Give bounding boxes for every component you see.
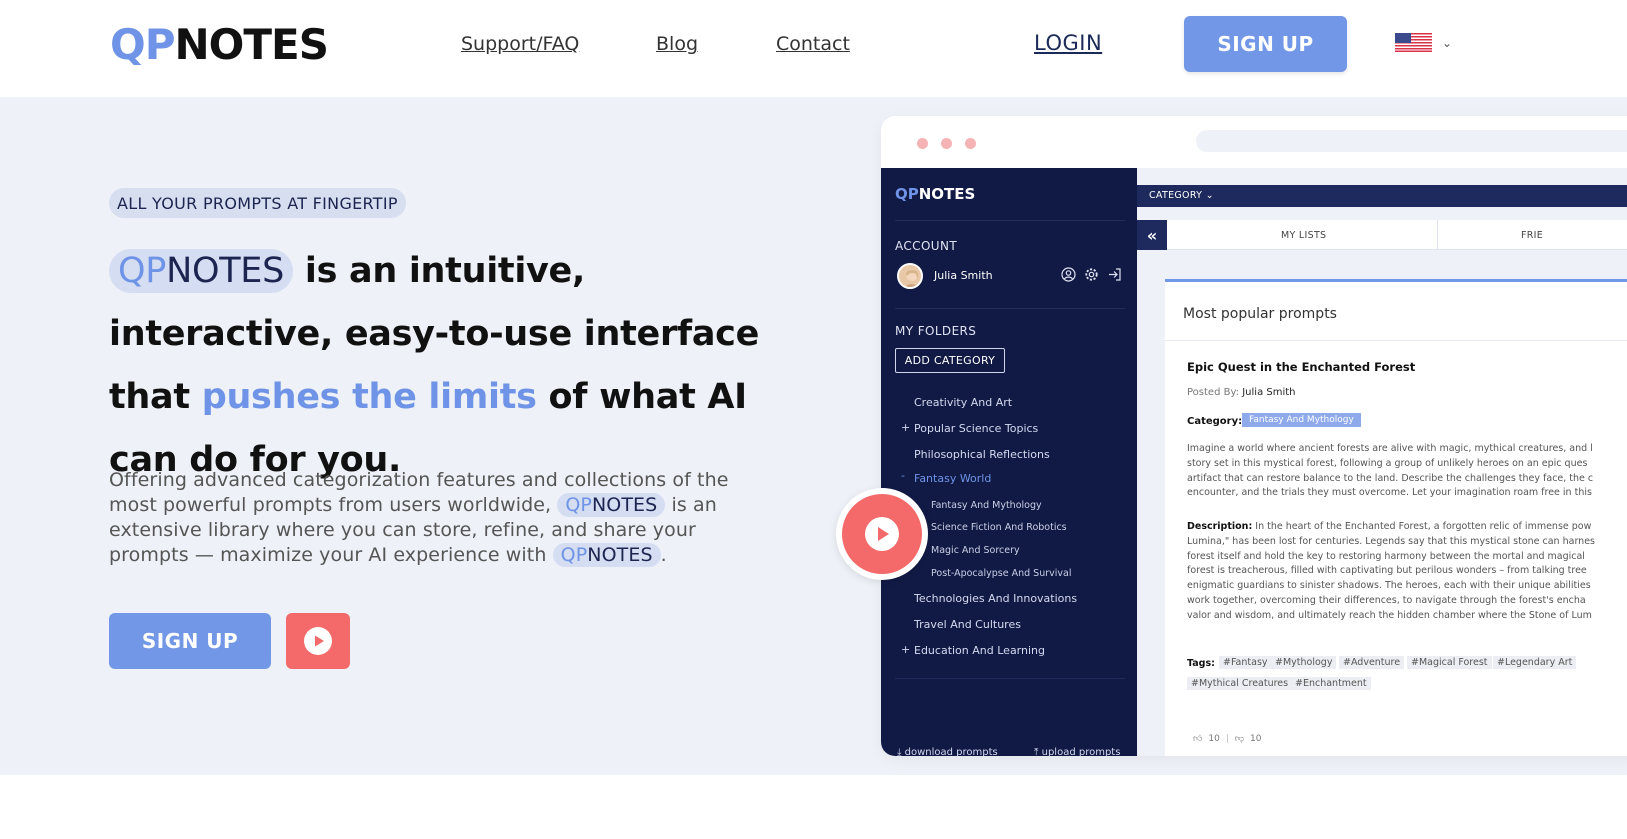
tag-chip[interactable]: #Mythology [1271,656,1337,669]
tag-chip[interactable]: #Adventure [1339,656,1405,669]
us-flag-icon[interactable] [1395,33,1432,52]
app-preview: QPNOTES ACCOUNT Julia Smith MY FOLDERS A… [881,116,1627,756]
like-count: 10 [1208,734,1220,744]
expand-icon[interactable]: + [901,643,910,656]
download-icon: ⤓ [897,747,902,756]
hero-description: Offering advanced categorization feature… [109,469,729,567]
tag-chip[interactable]: #Legendary Art [1493,656,1577,669]
nav-support-faq[interactable]: Support/FAQ [461,33,579,55]
app-sidebar: QPNOTES ACCOUNT Julia Smith MY FOLDERS A… [881,168,1137,756]
prompt-author: Posted By: Julia Smith [1187,387,1296,398]
category-bar: CATEGORY ⌄ [1137,185,1627,207]
signup-button-header[interactable]: SIGN UP [1184,16,1347,72]
tags-label: Tags: [1187,658,1215,669]
folder-item[interactable]: Education And Learning [914,644,1045,657]
prompt-title[interactable]: Epic Quest in the Enchanted Forest [1187,360,1415,374]
subfolder-item[interactable]: Magic And Sorcery [931,545,1020,556]
nav-contact[interactable]: Contact [776,33,850,55]
category-badge[interactable]: Fantasy And Mythology [1242,413,1361,427]
category-label: Category: [1187,416,1243,427]
window-dots [917,138,976,149]
subfolder-item[interactable]: Post-Apocalypse And Survival [931,568,1071,579]
thumbs-up-icon[interactable]: 👍︎ [1193,734,1202,744]
hero-section: ALL YOUR PROMPTS AT FINGERTIP QPNOTES is… [0,97,1627,775]
app-logo: QPNOTES [895,185,976,203]
expand-icon[interactable]: + [901,421,910,434]
hero-tagline: ALL YOUR PROMPTS AT FINGERTIP [109,188,406,218]
dislike-count: 10 [1250,734,1262,744]
upload-prompts-link[interactable]: ⤒ upload prompts [1034,747,1120,756]
category-dropdown[interactable]: CATEGORY ⌄ [1149,190,1214,201]
profile-icon[interactable] [1061,267,1076,282]
tag-chip[interactable]: #Mythical Creatures [1187,677,1293,690]
site-logo[interactable]: QPNOTES [110,20,329,69]
play-icon [304,627,332,655]
vote-bar: 👍︎ 10 | 👎︎ 10 [1193,734,1262,744]
add-category-button[interactable]: ADD CATEGORY [895,348,1005,373]
folder-item[interactable]: Philosophical Reflections [914,448,1050,461]
prompt-description: Description: In the heart of the Enchant… [1187,521,1595,621]
my-folders-heading: MY FOLDERS [895,324,977,338]
prompts-card: Most popular prompts Epic Quest in the E… [1165,279,1627,756]
nav-blog[interactable]: Blog [656,33,698,55]
prompt-text: Imagine a world where ancient forests ar… [1187,443,1594,499]
hero-headline: QPNOTES is an intuitive, interactive, ea… [109,249,760,480]
brand-pill: QPNOTES [552,543,661,567]
logout-icon[interactable] [1107,267,1122,282]
watch-video-button[interactable] [286,613,350,669]
avatar [897,263,923,289]
folder-item[interactable]: Popular Science Topics [914,422,1038,435]
chevron-down-icon[interactable]: ⌄ [1442,36,1452,50]
card-title: Most popular prompts [1183,306,1337,322]
tab-my-lists[interactable]: MY LISTS [1281,230,1326,241]
subfolder-item[interactable]: Fantasy And Mythology [931,500,1042,511]
collapse-icon[interactable]: - [901,469,905,482]
gear-icon[interactable] [1084,267,1099,282]
brand-pill: QPNOTES [557,493,666,517]
download-prompts-link[interactable]: ⤓ download prompts [897,747,998,756]
chevron-down-icon: ⌄ [1205,190,1214,201]
account-heading: ACCOUNT [895,239,958,253]
tag-chip[interactable]: #Enchantment [1291,677,1371,690]
thumbs-down-icon[interactable]: 👎︎ [1235,734,1244,744]
folder-item[interactable]: Travel And Cultures [914,618,1021,631]
tag-chip[interactable]: #Magical Forest [1407,656,1492,669]
user-name: Julia Smith [934,269,993,282]
play-icon [865,517,899,551]
upload-icon: ⤒ [1034,747,1039,756]
play-video-button[interactable] [836,488,928,580]
address-bar [1196,130,1627,152]
collapse-sidebar-icon[interactable]: « [1137,220,1167,250]
tag-chip[interactable]: #Fantasy [1219,656,1272,669]
login-link[interactable]: LOGIN [1034,31,1102,55]
app-main: CATEGORY ⌄ « MY LISTS FRIE Most popular … [1137,168,1627,756]
brand-pill: QPNOTES [109,249,294,293]
folder-item[interactable]: Technologies And Innovations [914,592,1077,605]
site-header: QPNOTES Support/FAQ Blog Contact LOGIN S… [0,0,1627,97]
signup-button-hero[interactable]: SIGN UP [109,613,271,669]
tab-bar: « MY LISTS FRIE [1137,220,1627,250]
account-actions [1061,267,1122,282]
tab-friends[interactable]: FRIE [1521,230,1543,241]
subfolder-item[interactable]: Science Fiction And Robotics [931,522,1067,533]
folder-item-active[interactable]: Fantasy World [914,472,991,485]
folder-item[interactable]: Creativity And Art [914,396,1012,409]
